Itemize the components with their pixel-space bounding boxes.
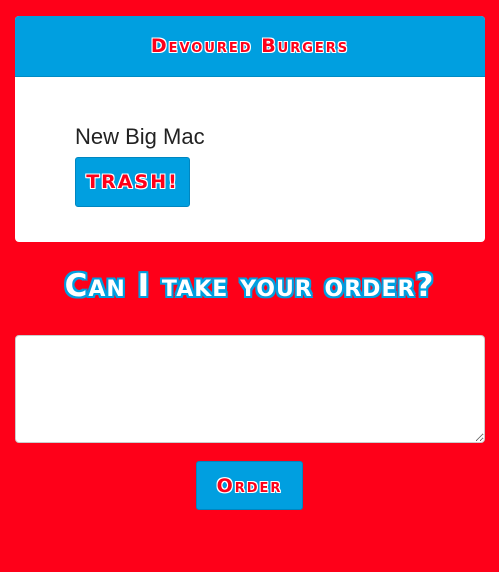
order-heading: Can I take your order? [64, 268, 435, 304]
devoured-burgers-card: Devoured Burgers New Big Mac TRASH! [15, 16, 485, 242]
card-header: Devoured Burgers [15, 16, 485, 77]
burger-name: New Big Mac [75, 124, 205, 149]
burger-item: New Big Mac TRASH! [75, 122, 205, 207]
burger-order-input[interactable] [15, 335, 485, 443]
trash-button[interactable]: TRASH! [75, 157, 190, 207]
card-title: Devoured Burgers [150, 35, 350, 57]
order-button[interactable]: Order [196, 461, 303, 510]
